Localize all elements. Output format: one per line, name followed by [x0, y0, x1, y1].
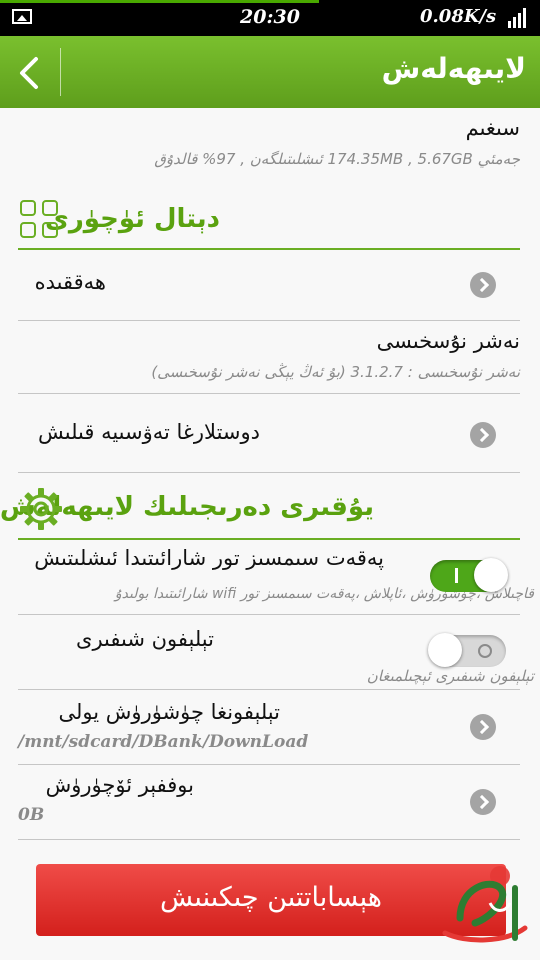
version-label: نەشر نۇسخىسى: [376, 329, 520, 353]
notify-detail: تېلېفون شىفىرى ئېچىلمىغان: [366, 667, 534, 685]
download-path-value: /mnt/sdcard/DBank/DownLoad: [18, 732, 309, 752]
share-row[interactable]: دوستلارغا تەۋسىيە قىلىش: [18, 394, 520, 473]
notify-row: تېلېفون شىفىرى تېلېفون شىفىرى ئېچىلمىغان: [18, 615, 534, 690]
download-progress-bar: [0, 0, 319, 3]
page-title: لايىھەلەش: [381, 52, 526, 85]
network-speed: 0.08K/s: [420, 6, 497, 27]
signal-icon: [506, 6, 528, 28]
chevron-right-icon: [470, 422, 496, 448]
version-row[interactable]: نەشر نۇسخىسى نەشر نۇسخىسى : 3.1.2.7 (بۇ …: [18, 321, 520, 394]
section-general-title: دېتال ئۈچۈرى: [45, 204, 220, 234]
back-arrow-icon: [20, 57, 38, 89]
toggle-knob: [428, 633, 462, 667]
section-settings-header: يۇقىرى دەرىجىلىك لايىھەلەش: [0, 478, 520, 540]
chevron-right-icon: [470, 272, 496, 298]
wifi-only-row: پەقەت سىمسىز تور شارائىتىدا ئىشلىتىش قاچ…: [18, 540, 534, 615]
header-divider: [60, 48, 61, 96]
app-header: لايىھەلەش: [0, 36, 540, 108]
back-button[interactable]: [0, 36, 60, 108]
wifi-only-label: پەقەت سىمسىز تور شارائىتىدا ئىشلىتىش: [34, 546, 384, 570]
about-label: ھەققىدە: [34, 270, 106, 294]
cache-row[interactable]: بوففېر ئۆچۈرۈش 0B: [18, 765, 520, 840]
wifi-only-toggle[interactable]: |: [430, 558, 508, 592]
version-detail: نەشر نۇسخىسى : 3.1.2.7 (بۇ ئەڭ يېڭى نەشر…: [151, 363, 520, 381]
storage-row: سىغىم جەمئي 174.35MB , 5.67GB ئىشلىتىلگە…: [18, 108, 520, 170]
about-row[interactable]: ھەققىدە: [18, 250, 520, 321]
toggle-off-mark: [478, 644, 492, 658]
settings-panel: سىغىم جەمئي 174.35MB , 5.67GB ئىشلىتىلگە…: [0, 108, 540, 960]
download-path-label: تېلېفونغا چۈشۈرۈش يولى: [58, 700, 280, 724]
share-label: دوستلارغا تەۋسىيە قىلىش: [37, 420, 260, 444]
section-general-header: دېتال ئۈچۈرى: [18, 196, 520, 250]
storage-detail: جەمئي 174.35MB , 5.67GB ئىشلىتىلگەن , 97…: [154, 150, 520, 168]
cache-value: 0B: [18, 805, 45, 825]
notify-label: تېلېفون شىفىرى: [76, 627, 214, 651]
cache-label: بوففېر ئۆچۈرۈش: [45, 773, 194, 797]
gear-icon: [20, 488, 62, 530]
chevron-right-icon: [470, 789, 496, 815]
watermark-logo: [442, 866, 528, 943]
download-path-row[interactable]: تېلېفونغا چۈشۈرۈش يولى /mnt/sdcard/DBank…: [18, 690, 520, 765]
status-bar: 20:30 0.08K/s: [0, 0, 540, 36]
toggle-knob: [474, 558, 508, 592]
toggle-on-mark: |: [455, 568, 458, 583]
storage-title: سىغىم: [465, 116, 520, 140]
chevron-right-icon: [470, 714, 496, 740]
notify-toggle[interactable]: [428, 633, 506, 667]
grid-icon: [20, 200, 62, 242]
